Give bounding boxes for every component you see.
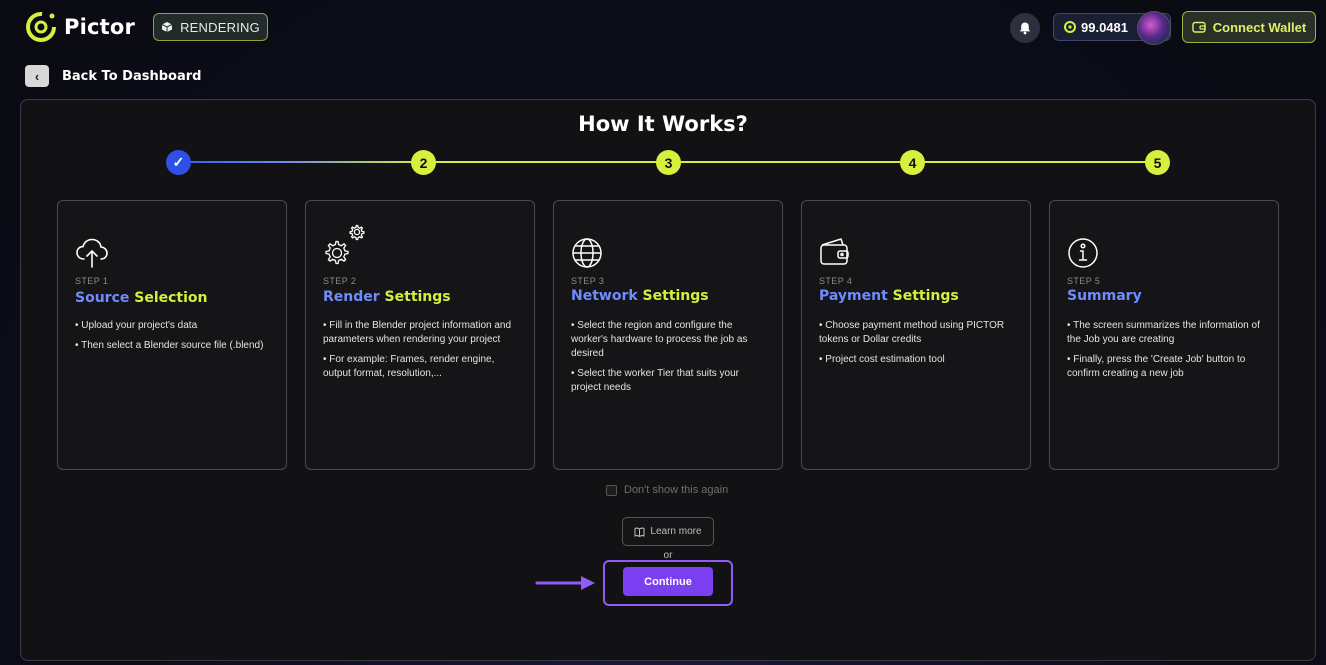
dont-show-label[interactable]: Don't show this again [624,484,728,496]
cube-icon [161,22,173,32]
rendering-mode-badge[interactable]: RENDERING [153,13,268,41]
back-button[interactable]: ‹ [25,65,49,87]
pictor-logo-icon [26,12,56,42]
user-avatar[interactable] [1137,11,1171,45]
list-item: Choose payment method using PICTOR token… [819,319,1016,347]
step-number: STEP 5 [1067,276,1101,286]
page-title: How It Works? [578,112,748,136]
step-title: Summary [1067,288,1142,304]
step-bullets: Select the region and configure the work… [571,319,768,401]
book-icon [634,527,645,537]
step-bullets: Fill in the Blender project information … [323,319,520,387]
balance-value: 99.0481 [1081,19,1128,35]
step-number: STEP 3 [571,276,605,286]
list-item: Finally, press the 'Create Job' button t… [1067,353,1264,381]
step-bullets: Choose payment method using PICTOR token… [819,319,1016,373]
step-title: Payment Settings [819,288,959,304]
learn-more-label: Learn more [650,526,702,537]
notifications-button[interactable] [1010,13,1040,43]
connect-wallet-button[interactable]: Connect Wallet [1182,11,1316,43]
list-item: Project cost estimation tool [819,353,1016,367]
continue-button[interactable]: Continue [623,567,713,596]
step-indicator-5: 5 [1145,150,1170,175]
token-icon [1064,21,1076,33]
step-indicator-1: ✓ [166,150,191,175]
gears-icon [325,224,365,265]
step-indicator-4: 4 [900,150,925,175]
globe-icon [572,238,602,268]
cloud-upload-icon [76,238,108,268]
chevron-left-icon: ‹ [34,68,40,84]
arrow-right-icon [535,576,595,590]
list-item: The screen summarizes the information of… [1067,319,1264,347]
pictor-logo[interactable]: Pictor [24,10,135,44]
step-number: STEP 1 [75,276,109,286]
list-item: For example: Frames, render engine, outp… [323,353,520,381]
back-to-dashboard[interactable]: ‹ Back To Dashboard [25,65,201,87]
stepper: ✓ 2 3 4 5 [0,150,1326,176]
step-card-network-settings: STEP 3 Network Settings Select the regio… [553,200,783,470]
back-label[interactable]: Back To Dashboard [62,69,201,84]
list-item: Select the worker Tier that suits your p… [571,367,768,395]
list-item: Upload your project's data [75,319,272,333]
step-bullets: The screen summarizes the information of… [1067,319,1264,387]
step-title: Render Settings [323,289,451,305]
bell-icon [1019,22,1031,35]
step-title: Source Selection [75,290,208,306]
wallet-icon [820,238,849,265]
wallet-icon [1192,21,1206,33]
dont-show-checkbox[interactable] [606,484,617,496]
rendering-badge-label: RENDERING [180,19,260,35]
info-icon [1068,238,1098,268]
step-card-payment-settings: STEP 4 Payment Settings Choose payment m… [801,200,1031,470]
dont-show-again[interactable]: Don't show this again [606,484,728,496]
step-card-summary: STEP 5 Summary The screen summarizes the… [1049,200,1279,470]
list-item: Select the region and configure the work… [571,319,768,361]
step-title: Network Settings [571,288,709,304]
logo-text: Pictor [64,15,136,39]
learn-more-button[interactable]: Learn more [622,517,714,546]
step-bullets: Upload your project's data Then select a… [75,319,272,359]
step-indicator-3: 3 [656,150,681,175]
step-indicator-2: 2 [411,150,436,175]
step-number: STEP 4 [819,276,853,286]
list-item: Then select a Blender source file (.blen… [75,339,272,353]
list-item: Fill in the Blender project information … [323,319,520,347]
step-card-render-settings: STEP 2 Render Settings Fill in the Blend… [305,200,535,470]
connect-wallet-label: Connect Wallet [1212,19,1307,35]
step-number: STEP 2 [323,276,357,286]
step-card-source-selection: STEP 1 Source Selection Upload your proj… [57,200,287,470]
